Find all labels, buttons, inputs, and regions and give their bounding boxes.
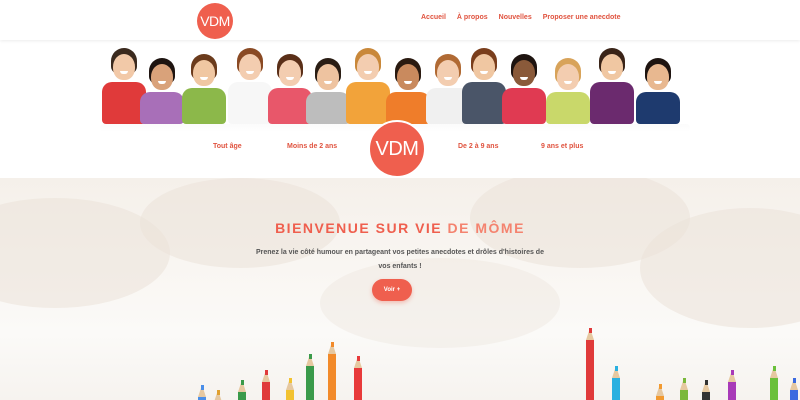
pencil-decoration <box>238 380 246 400</box>
category-9-ans-plus[interactable]: 9 ans et plus <box>541 143 583 150</box>
nav-accueil[interactable]: Accueil <box>421 14 446 21</box>
nav-nouvelles[interactable]: Nouvelles <box>499 14 532 21</box>
pencil-decoration <box>328 342 336 400</box>
category-moins-2-ans[interactable]: Moins de 2 ans <box>287 143 337 150</box>
child-figure <box>462 48 506 128</box>
site-header: VDM Accueil À propos Nouvelles Proposer … <box>0 0 800 40</box>
child-figure <box>228 48 272 128</box>
pencil-decoration <box>790 378 798 400</box>
hero-title-part1: BIENVENUE SUR VIE <box>275 220 448 236</box>
pencil-decoration <box>680 378 688 400</box>
child-figure <box>590 48 634 128</box>
pencil-decoration <box>656 384 664 400</box>
pencil-decoration <box>198 385 206 400</box>
pencil-decoration <box>306 354 314 400</box>
main-nav: Accueil À propos Nouvelles Proposer une … <box>421 14 621 21</box>
child-figure <box>182 54 226 128</box>
voir-plus-button[interactable]: Voir + <box>372 279 412 301</box>
pencil-decoration <box>612 366 620 400</box>
hero-title: BIENVENUE SUR VIE DE MÔME <box>0 220 800 236</box>
hero-title-part2: DE MÔME <box>447 220 525 236</box>
pencil-decoration <box>702 380 710 400</box>
logo[interactable]: VDM <box>197 3 233 39</box>
category-2-a-9-ans[interactable]: De 2 à 9 ans <box>458 143 498 150</box>
child-figure <box>306 58 350 128</box>
child-figure <box>386 58 430 128</box>
pencil-decoration <box>262 370 270 400</box>
hero-subtitle: Prenez la vie côté humour en partageant … <box>256 249 544 270</box>
pencil-decoration <box>354 356 362 400</box>
category-tout-age[interactable]: Tout âge <box>213 143 242 150</box>
pencil-decoration <box>214 390 222 400</box>
child-figure <box>346 48 390 128</box>
nav-proposer-anecdote[interactable]: Proposer une anecdote <box>543 14 621 21</box>
pencil-decoration <box>586 328 594 400</box>
kids-banner-image <box>100 44 690 132</box>
pencil-decoration <box>770 366 778 400</box>
nav-a-propos[interactable]: À propos <box>457 14 488 21</box>
child-figure <box>636 58 680 128</box>
hero-section: BIENVENUE SUR VIE DE MÔME Prenez la vie … <box>0 178 800 400</box>
child-figure <box>502 54 546 128</box>
child-figure <box>140 58 184 128</box>
pencil-decoration <box>286 378 294 400</box>
child-figure <box>546 58 590 128</box>
center-logo[interactable]: VDM <box>368 120 426 178</box>
pencil-decoration <box>728 370 736 400</box>
